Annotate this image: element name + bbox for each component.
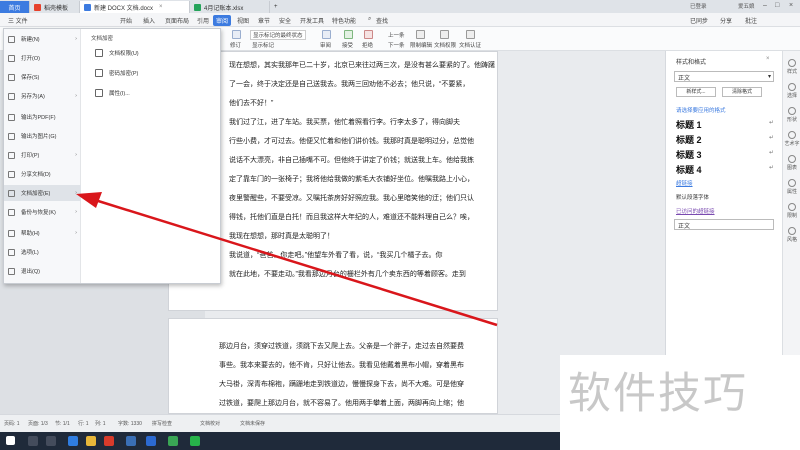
cursor-icon <box>788 83 796 91</box>
status-pages: 页面: 1/3 <box>28 421 48 427</box>
return-icon: ↵ <box>768 165 774 171</box>
tool-label: 限制 <box>786 213 797 219</box>
status-saved: 文档未保存 <box>240 421 266 427</box>
select-tool[interactable]: 选择 <box>783 83 800 99</box>
current-style-select[interactable]: 正文 ▾ <box>674 71 774 82</box>
windows-start-icon[interactable] <box>6 436 15 445</box>
tool-label: 艺术字 <box>784 141 800 147</box>
shape-tool[interactable]: 形状 <box>783 107 800 123</box>
current-style-value: 正文 <box>678 76 691 82</box>
style-heading-2[interactable]: 标题 2 ↵ <box>676 133 776 146</box>
style-label: 标题 4 <box>676 165 702 175</box>
return-icon: ↵ <box>768 120 774 126</box>
status-spellcheck[interactable]: 拼写检查 <box>152 420 172 427</box>
watermark-text: 软件技巧 <box>568 369 748 419</box>
status-col: 列: 1 <box>95 421 106 427</box>
search-icon[interactable] <box>28 436 38 446</box>
status-section: 节: 1/1 <box>55 421 70 427</box>
shape-icon <box>788 107 796 115</box>
chart-icon <box>788 155 796 163</box>
taskbar <box>0 432 560 450</box>
tool-label: 选择 <box>786 93 797 99</box>
styles-panel-title: 样式和格式 <box>676 60 707 66</box>
style-label: 正文 <box>678 224 691 230</box>
watermark-area: 软件技巧 <box>560 355 800 450</box>
wps-icon[interactable] <box>104 436 114 446</box>
style-heading-3[interactable]: 标题 3 ↵ <box>676 148 776 161</box>
style-normal[interactable]: 正文 <box>674 219 774 230</box>
theme-tool[interactable]: 风格 <box>783 227 800 243</box>
chevron-down-icon: ▾ <box>767 74 771 80</box>
tool-label: 风格 <box>786 237 797 243</box>
wordart-tool[interactable]: 艺术字 <box>783 131 800 147</box>
style-label: 标题 1 <box>676 120 702 130</box>
status-wordcount[interactable]: 字数: 1330 <box>118 420 142 427</box>
tool-label: 图表 <box>786 165 797 171</box>
return-icon: ↵ <box>768 150 774 156</box>
status-page: 页码: 1 <box>4 421 20 427</box>
status-proofread[interactable]: 文档校对 <box>200 420 220 427</box>
restrict-tool[interactable]: 限制 <box>783 203 800 219</box>
browser-icon[interactable] <box>68 436 78 446</box>
style-tool[interactable]: 样式 <box>783 59 800 75</box>
close-icon[interactable]: × <box>766 56 770 62</box>
chart-tool[interactable]: 图表 <box>783 155 800 171</box>
tool-label: 样式 <box>786 69 797 75</box>
photoshop-icon[interactable] <box>126 436 136 446</box>
property-tool[interactable]: 属性 <box>783 179 800 195</box>
palette-icon <box>788 227 796 235</box>
writer-icon[interactable] <box>146 436 156 446</box>
apply-style-hint: 请选择要应用的格式 <box>676 108 726 114</box>
property-icon <box>788 179 796 187</box>
task-view-icon[interactable] <box>46 436 56 446</box>
tool-label: 形状 <box>786 117 797 123</box>
wordart-icon <box>788 131 796 139</box>
return-icon: ↵ <box>768 135 774 141</box>
wechat-icon[interactable] <box>190 436 200 446</box>
style-visited-link[interactable]: 已访问的超链接 <box>676 207 715 215</box>
style-hyperlink[interactable]: 超链接 <box>676 179 693 187</box>
new-style-button[interactable]: 新样式... <box>676 87 716 97</box>
style-default-font[interactable]: 默认段落字体 <box>676 193 709 201</box>
tool-label: 属性 <box>786 189 797 195</box>
app-icon[interactable] <box>168 436 178 446</box>
lock-icon <box>788 203 796 211</box>
folder-icon[interactable] <box>86 436 96 446</box>
style-heading-4[interactable]: 标题 4 ↵ <box>676 163 776 176</box>
style-label: 标题 3 <box>676 150 702 160</box>
status-line: 行: 1 <box>78 421 89 427</box>
clear-format-button[interactable]: 清除格式 <box>722 87 762 97</box>
style-label: 标题 2 <box>676 135 702 145</box>
style-heading-1[interactable]: 标题 1 ↵ <box>676 118 776 131</box>
style-icon <box>788 59 796 67</box>
